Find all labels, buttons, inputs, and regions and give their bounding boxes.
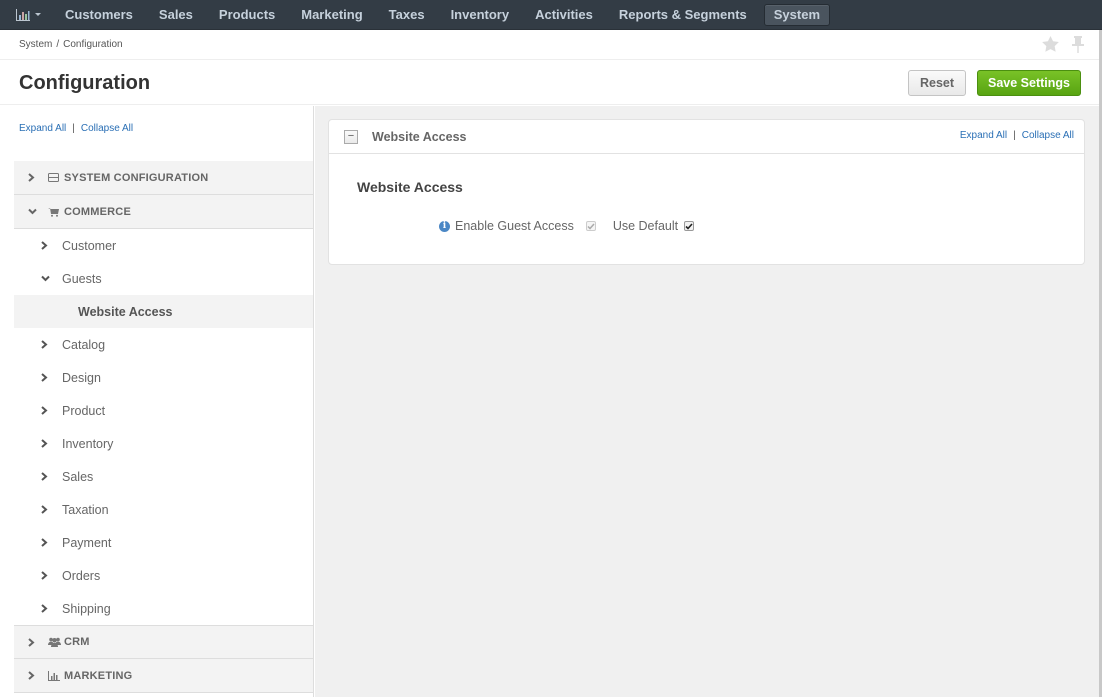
nav-system[interactable]: System <box>763 3 831 26</box>
caret-down-icon <box>35 13 41 16</box>
nav-marketing[interactable]: Marketing <box>288 0 375 30</box>
tree-item-product[interactable]: Product <box>14 394 313 427</box>
config-tree: SYSTEM CONFIGURATION COMMERCE Customer G… <box>14 161 313 693</box>
tree-item-label: Customer <box>62 238 117 253</box>
pin-icon[interactable] <box>1069 35 1087 53</box>
page-header: Configuration Reset Save Settings <box>0 61 1099 105</box>
top-nav: Customers Sales Products Marketing Taxes… <box>0 0 1102 30</box>
nav-reports-segments[interactable]: Reports & Segments <box>606 0 760 30</box>
sidebar-expand-all-link[interactable]: Expand All <box>19 123 66 134</box>
sidebar-collapse-all-link[interactable]: Collapse All <box>81 123 133 134</box>
tree-item-label: Inventory <box>62 436 114 451</box>
nav-products[interactable]: Products <box>206 0 288 30</box>
nav-activities[interactable]: Activities <box>522 0 606 30</box>
tree-item-label: Website Access <box>78 304 173 319</box>
panel-expand-all-link[interactable]: Expand All <box>960 130 1007 141</box>
field-label: Enable Guest Access <box>455 219 574 233</box>
bar-chart-icon <box>48 670 62 682</box>
main-content: − Website Access Expand All | Collapse All… <box>315 106 1099 697</box>
enable-guest-access-checkbox[interactable] <box>585 221 596 231</box>
tree-item-label: Guests <box>62 271 102 286</box>
chevron-right-icon[interactable] <box>41 439 62 448</box>
divider: | <box>72 123 75 134</box>
chevron-right-icon[interactable] <box>41 604 62 613</box>
panel-collapse-all-link[interactable]: Collapse All <box>1022 130 1074 141</box>
nav-customers[interactable]: Customers <box>52 0 146 30</box>
chevron-right-icon[interactable] <box>41 571 62 580</box>
tree-item-inventory[interactable]: Inventory <box>14 427 313 460</box>
website-access-panel: − Website Access Expand All | Collapse All… <box>328 119 1085 265</box>
tree-item-taxation[interactable]: Taxation <box>14 493 313 526</box>
tree-item-shipping[interactable]: Shipping <box>14 592 313 625</box>
chevron-right-icon[interactable] <box>41 340 62 349</box>
chevron-right-icon[interactable] <box>28 173 44 182</box>
tree-item-catalog[interactable]: Catalog <box>14 328 313 361</box>
chevron-right-icon[interactable] <box>28 637 44 647</box>
chevron-right-icon[interactable] <box>41 472 62 481</box>
tree-item-label: Shipping <box>62 601 111 616</box>
sidebar-tree-controls: Expand All | Collapse All <box>19 123 133 134</box>
chevron-down-icon[interactable] <box>41 275 62 282</box>
reset-button[interactable]: Reset <box>908 70 966 96</box>
users-icon <box>48 636 62 648</box>
breadcrumb-separator: / <box>56 39 60 50</box>
use-default-checkbox[interactable] <box>684 221 695 231</box>
breadcrumb: System / Configuration <box>19 39 123 50</box>
tree-item-label: Design <box>62 370 101 385</box>
tree-section-label: SYSTEM CONFIGURATION <box>64 171 209 184</box>
dashboard-menu[interactable] <box>0 0 52 30</box>
favorite-star-icon[interactable] <box>1041 35 1059 53</box>
tree-item-label: Product <box>62 403 106 418</box>
section-title: Website Access <box>357 179 463 195</box>
chevron-right-icon[interactable] <box>41 373 62 382</box>
tree-item-payment[interactable]: Payment <box>14 526 313 559</box>
tree-item-label: Taxation <box>62 502 109 517</box>
chevron-down-icon[interactable] <box>28 208 44 215</box>
checkmark-icon <box>587 223 595 230</box>
tree-section-crm[interactable]: CRM <box>14 625 313 659</box>
tree-item-label: Catalog <box>62 337 106 352</box>
nav-inventory[interactable]: Inventory <box>438 0 523 30</box>
cart-icon <box>48 206 62 218</box>
chevron-right-icon[interactable] <box>28 671 44 680</box>
collapse-panel-button[interactable]: − <box>344 130 358 144</box>
chevron-right-icon[interactable] <box>41 505 62 514</box>
breadcrumb-bar: System / Configuration <box>0 30 1099 60</box>
tree-section-label: MARKETING <box>64 669 133 682</box>
tree-section-label: COMMERCE <box>64 205 131 218</box>
save-settings-button[interactable]: Save Settings <box>977 70 1081 96</box>
page-title: Configuration <box>19 72 151 94</box>
nav-sales[interactable]: Sales <box>146 0 206 30</box>
tree-item-website-access[interactable]: Website Access <box>14 295 313 328</box>
panel-tree-controls: Expand All | Collapse All <box>960 130 1074 141</box>
field-enable-guest-access: i Enable Guest Access Use Default <box>439 219 695 233</box>
tree-section-system-configuration[interactable]: SYSTEM CONFIGURATION <box>14 161 313 195</box>
tree-item-label: Sales <box>62 469 94 484</box>
tree-item-customer[interactable]: Customer <box>14 229 313 262</box>
tree-item-orders[interactable]: Orders <box>14 559 313 592</box>
tree-item-sales[interactable]: Sales <box>14 460 313 493</box>
checkmark-icon <box>685 222 693 230</box>
nav-taxes[interactable]: Taxes <box>376 0 438 30</box>
breadcrumb-system[interactable]: System <box>19 39 52 50</box>
server-icon <box>48 172 62 184</box>
tree-item-label: Orders <box>62 568 101 583</box>
tree-section-label: CRM <box>64 636 90 648</box>
tree-item-guests[interactable]: Guests <box>14 262 313 295</box>
config-sidebar: Expand All | Collapse All SYSTEM CONFIGURA… <box>0 106 314 697</box>
bar-chart-icon <box>16 8 30 21</box>
tree-item-label: Payment <box>62 535 112 550</box>
use-default-label: Use Default <box>612 219 679 233</box>
chevron-right-icon[interactable] <box>41 538 62 547</box>
divider: | <box>1013 130 1016 141</box>
tree-section-marketing[interactable]: MARKETING <box>14 659 313 693</box>
chevron-right-icon[interactable] <box>41 241 62 250</box>
tree-item-design[interactable]: Design <box>14 361 313 394</box>
panel-title: Website Access <box>372 130 467 144</box>
tree-section-commerce[interactable]: COMMERCE <box>14 195 313 229</box>
breadcrumb-configuration: Configuration <box>63 39 123 50</box>
info-icon[interactable]: i <box>439 220 450 232</box>
panel-header: − Website Access Expand All | Collapse All <box>329 120 1084 154</box>
chevron-right-icon[interactable] <box>41 406 62 415</box>
